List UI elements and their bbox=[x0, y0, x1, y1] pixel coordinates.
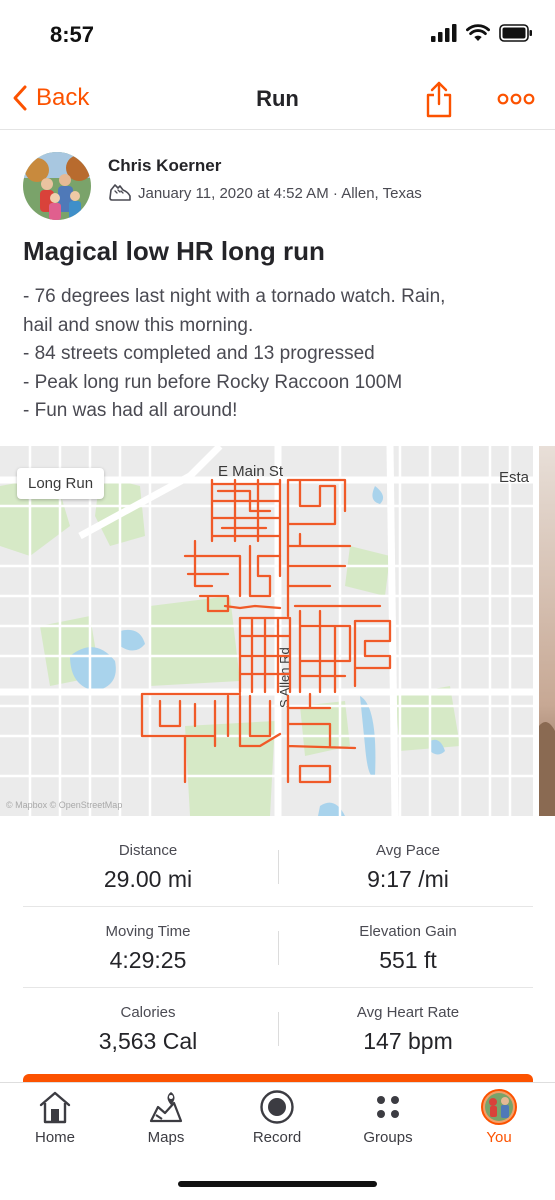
stat-label: Avg Pace bbox=[376, 842, 440, 859]
status-time: 8:57 bbox=[50, 22, 95, 47]
tab-label: Maps bbox=[147, 1129, 185, 1146]
stat-label: Avg Heart Rate bbox=[356, 1004, 460, 1021]
activity-stats: Distance 29.00 mi Avg Pace 9:17 /mi Movi… bbox=[23, 826, 533, 1069]
kudos-bar-edge bbox=[23, 1074, 533, 1082]
description-line: - Peak long run before Rocky Raccoon 100… bbox=[23, 371, 403, 393]
share-button[interactable] bbox=[424, 80, 454, 118]
status-bar: 8:57 bbox=[0, 0, 555, 70]
stat-divider bbox=[278, 850, 279, 884]
athlete-avatar[interactable] bbox=[23, 152, 91, 220]
tab-bar: Home Maps Record Groups You bbox=[0, 1082, 555, 1200]
tab-label: Groups bbox=[363, 1129, 413, 1146]
next-photo-peek[interactable] bbox=[539, 446, 555, 816]
activity-title: Magical low HR long run bbox=[23, 236, 325, 266]
tab-groups[interactable]: Groups bbox=[333, 1089, 443, 1161]
share-icon bbox=[426, 81, 452, 118]
tab-maps[interactable]: Maps bbox=[111, 1089, 221, 1161]
tab-label: You bbox=[486, 1129, 512, 1146]
stat-divider bbox=[278, 1012, 279, 1046]
more-options-button[interactable] bbox=[496, 88, 536, 110]
stat-value: 29.00 mi bbox=[103, 866, 193, 892]
stat-value: 3,563 Cal bbox=[98, 1028, 198, 1054]
map-street-label: Esta bbox=[499, 469, 530, 486]
activity-meta: January 11, 2020 at 4:52 AM · Allen, Tex… bbox=[108, 182, 422, 204]
stat-value: 147 bpm bbox=[363, 1028, 453, 1054]
stat-value: 9:17 /mi bbox=[367, 866, 449, 892]
record-icon bbox=[260, 1090, 294, 1124]
stat-label: Calories bbox=[120, 1004, 176, 1021]
more-icon bbox=[497, 93, 535, 105]
stat-label: Distance bbox=[118, 842, 178, 859]
description-line: - 84 streets completed and 13 progressed bbox=[23, 343, 375, 364]
map-street-label: E Main St bbox=[218, 463, 284, 480]
wifi-icon bbox=[466, 24, 490, 41]
stat-calories: Calories 3,563 Cal bbox=[23, 1004, 273, 1055]
nav-bar: Back Run bbox=[0, 70, 555, 130]
stat-row: Distance 29.00 mi Avg Pace 9:17 /mi bbox=[23, 826, 533, 907]
photo-thumbnail bbox=[539, 446, 555, 816]
stat-row: Calories 3,563 Cal Avg Heart Rate 147 bp… bbox=[23, 988, 533, 1069]
battery-icon bbox=[499, 24, 532, 42]
activity-date-location: January 11, 2020 at 4:52 AM · Allen, Tex… bbox=[138, 184, 422, 202]
activity-description: - 76 degrees last night with a tornado w… bbox=[23, 283, 533, 426]
stat-distance: Distance 29.00 mi bbox=[23, 842, 273, 893]
stat-value: 551 ft bbox=[379, 947, 437, 973]
stat-elevation-gain: Elevation Gain 551 ft bbox=[283, 923, 533, 974]
description-line: - 76 degrees last night with a tornado w… bbox=[23, 286, 446, 307]
stat-label: Moving Time bbox=[105, 923, 191, 940]
stat-value: 4:29:25 bbox=[109, 947, 187, 973]
description-line: - Fun was had all around! bbox=[23, 400, 238, 421]
stat-avg-pace: Avg Pace 9:17 /mi bbox=[283, 842, 533, 893]
map-activity-tag: Long Run bbox=[17, 468, 105, 499]
stat-row: Moving Time 4:29:25 Elevation Gain 551 f… bbox=[23, 907, 533, 988]
tab-record[interactable]: Record bbox=[222, 1089, 332, 1161]
athlete-header: Chris Koerner January 11, 2020 at 4:52 A… bbox=[23, 150, 533, 222]
home-indicator[interactable] bbox=[178, 1181, 377, 1187]
map-attribution: © Mapbox © OpenStreetMap bbox=[6, 800, 123, 810]
page-title: Run bbox=[256, 86, 299, 111]
athlete-name[interactable]: Chris Koerner bbox=[108, 156, 221, 176]
avatar-photo bbox=[23, 152, 91, 220]
tab-you[interactable]: You bbox=[444, 1089, 554, 1161]
description-line: hail and snow this morning. bbox=[23, 314, 254, 336]
stat-moving-time: Moving Time 4:29:25 bbox=[23, 923, 273, 974]
map-canvas: E Main St Esta S Allen Rd bbox=[0, 446, 533, 816]
run-shoe-icon bbox=[109, 184, 131, 201]
avatar bbox=[481, 1089, 517, 1125]
stat-avg-heart-rate: Avg Heart Rate 147 bpm bbox=[283, 1004, 533, 1055]
home-icon bbox=[39, 1091, 71, 1124]
cellular-signal-icon bbox=[431, 24, 457, 42]
status-icons bbox=[431, 24, 533, 42]
tab-home[interactable]: Home bbox=[0, 1089, 110, 1161]
stat-label: Elevation Gain bbox=[359, 923, 457, 940]
map-pin-icon bbox=[149, 1092, 183, 1123]
tab-label: Home bbox=[34, 1129, 75, 1146]
tab-label: Record bbox=[252, 1129, 302, 1146]
stat-divider bbox=[278, 931, 279, 965]
groups-icon bbox=[377, 1096, 399, 1118]
route-map[interactable]: E Main St Esta S Allen Rd Long Run © Map… bbox=[0, 446, 533, 816]
